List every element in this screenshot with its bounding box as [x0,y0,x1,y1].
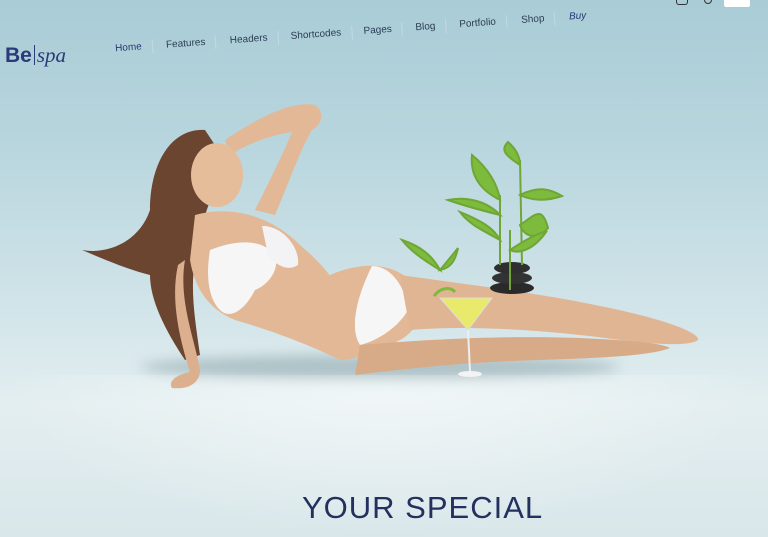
upper-leg [400,275,699,345]
lower-leg [355,337,670,375]
bamboo-plant [399,140,565,290]
hero-illustration [82,104,699,389]
head [191,143,243,207]
hero-headline: YOUR SPECIAL [302,490,544,525]
